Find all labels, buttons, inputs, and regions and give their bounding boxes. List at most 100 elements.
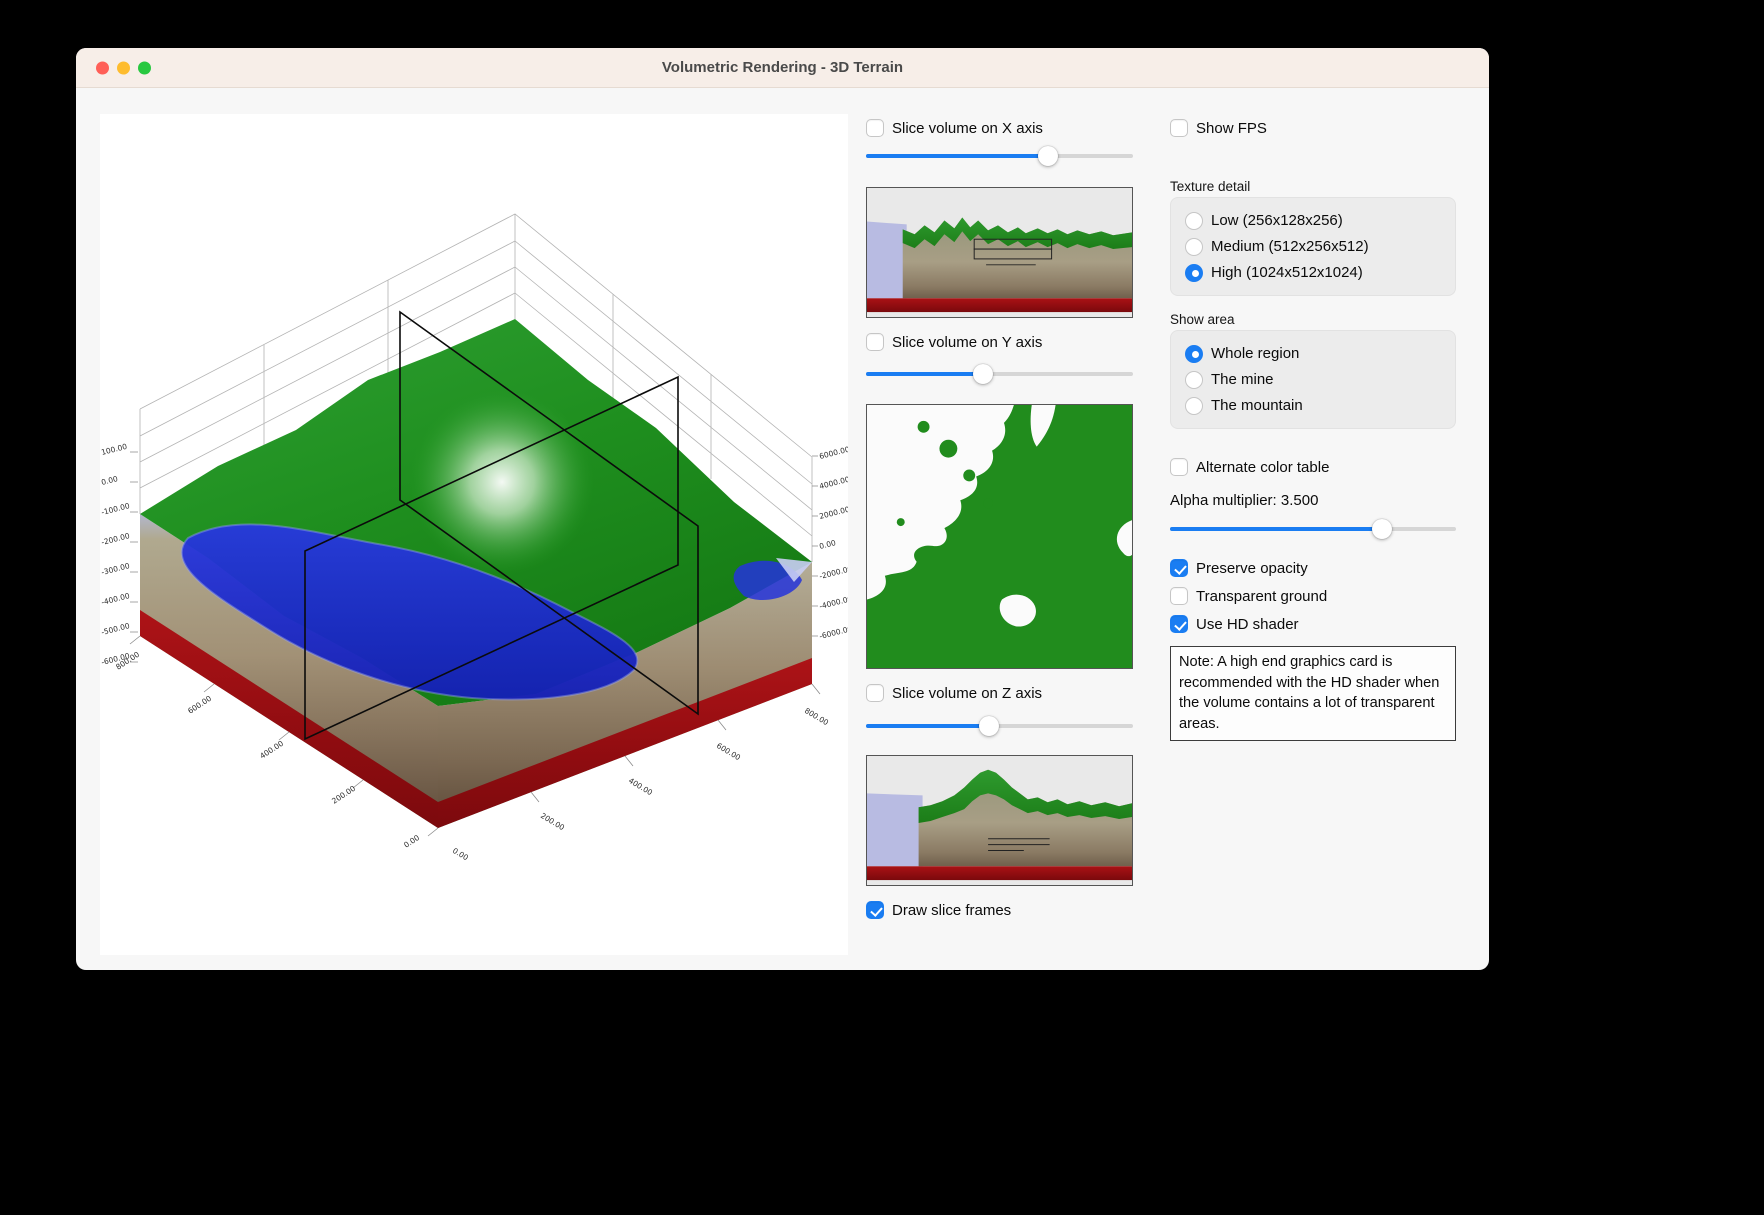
- svg-text:100.00: 100.00: [100, 442, 128, 457]
- svg-text:-2000.00: -2000.00: [818, 564, 848, 581]
- terrain-3d-view[interactable]: 100.00 0.00 -100.00 -200.00 -300.00 -400…: [100, 114, 848, 955]
- slice-y-preview: [866, 404, 1133, 669]
- svg-text:600.00: 600.00: [715, 741, 742, 762]
- minimize-button[interactable]: [117, 61, 130, 74]
- slider-thumb[interactable]: [1038, 146, 1058, 166]
- slice-controls-column: Slice volume on X axis: [866, 114, 1133, 955]
- show-fps-checkbox[interactable]: [1170, 119, 1188, 137]
- slice-z-label: Slice volume on Z axis: [892, 685, 1042, 702]
- use-hd-shader-checkbox[interactable]: [1170, 615, 1188, 633]
- slice-x-row[interactable]: Slice volume on X axis: [866, 119, 1133, 137]
- alternate-color-table-row[interactable]: Alternate color table: [1170, 458, 1456, 476]
- texture-low-radio[interactable]: [1185, 212, 1203, 230]
- slider-thumb[interactable]: [979, 716, 999, 736]
- slider-thumb[interactable]: [1372, 519, 1392, 539]
- transparent-ground-checkbox[interactable]: [1170, 587, 1188, 605]
- slice-y-row[interactable]: Slice volume on Y axis: [866, 333, 1133, 351]
- settings-column: Show FPS Texture detail Low (256x128x256…: [1170, 114, 1456, 955]
- terrain-3d-viewport[interactable]: 100.00 0.00 -100.00 -200.00 -300.00 -400…: [100, 114, 848, 955]
- texture-detail-option-medium[interactable]: Medium (512x256x512): [1185, 237, 1441, 256]
- svg-text:6000.00: 6000.00: [818, 445, 848, 461]
- slice-y-preview-image: [867, 405, 1132, 668]
- texture-medium-radio[interactable]: [1185, 238, 1203, 256]
- svg-text:-300.00: -300.00: [100, 561, 130, 577]
- svg-text:800.00: 800.00: [803, 706, 830, 727]
- texture-high-radio[interactable]: [1185, 264, 1203, 282]
- slice-x-checkbox[interactable]: [866, 119, 884, 137]
- slice-x-label: Slice volume on X axis: [892, 120, 1043, 137]
- slice-z-slider[interactable]: [866, 716, 1133, 736]
- svg-text:-4000.00: -4000.00: [818, 594, 848, 611]
- alpha-multiplier-slider[interactable]: [1170, 519, 1456, 539]
- draw-slice-frames-row[interactable]: Draw slice frames: [866, 901, 1133, 919]
- use-hd-shader-row[interactable]: Use HD shader: [1170, 615, 1456, 633]
- show-area-option-the-mountain[interactable]: The mountain: [1185, 396, 1441, 415]
- window-title: Volumetric Rendering - 3D Terrain: [662, 59, 903, 76]
- slice-y-label: Slice volume on Y axis: [892, 334, 1042, 351]
- area-mine-label: The mine: [1211, 371, 1274, 388]
- area-mine-radio[interactable]: [1185, 371, 1203, 389]
- svg-text:200.00: 200.00: [330, 784, 357, 806]
- texture-detail-group: Low (256x128x256) Medium (512x256x512) H…: [1170, 197, 1456, 296]
- svg-text:400.00: 400.00: [258, 739, 285, 761]
- show-area-option-whole-region[interactable]: Whole region: [1185, 344, 1441, 363]
- show-fps-row[interactable]: Show FPS: [1170, 119, 1456, 137]
- svg-text:2000.00: 2000.00: [818, 505, 848, 521]
- svg-text:600.00: 600.00: [186, 694, 213, 716]
- water-column: [867, 793, 923, 866]
- texture-detail-option-low[interactable]: Low (256x128x256): [1185, 211, 1441, 230]
- slice-x-preview-image: [867, 188, 1132, 317]
- preserve-opacity-checkbox[interactable]: [1170, 559, 1188, 577]
- slice-x-slider[interactable]: [866, 146, 1133, 166]
- svg-text:-200.00: -200.00: [100, 531, 130, 547]
- draw-slice-frames-checkbox[interactable]: [866, 901, 884, 919]
- show-area-group: Whole region The mine The mountain: [1170, 330, 1456, 429]
- slider-thumb[interactable]: [973, 364, 993, 384]
- texture-medium-label: Medium (512x256x512): [1211, 238, 1369, 255]
- svg-text:-100.00: -100.00: [100, 501, 130, 517]
- slice-z-preview: [866, 755, 1133, 886]
- app-window: Volumetric Rendering - 3D Terrain: [76, 48, 1489, 970]
- preserve-opacity-row[interactable]: Preserve opacity: [1170, 559, 1456, 577]
- transparent-ground-label: Transparent ground: [1196, 588, 1327, 605]
- show-area-option-the-mine[interactable]: The mine: [1185, 370, 1441, 389]
- area-whole-region-label: Whole region: [1211, 345, 1299, 362]
- slice-y-checkbox[interactable]: [866, 333, 884, 351]
- transparent-ground-row[interactable]: Transparent ground: [1170, 587, 1456, 605]
- alternate-color-table-checkbox[interactable]: [1170, 458, 1188, 476]
- area-mountain-radio[interactable]: [1185, 397, 1203, 415]
- alpha-multiplier-label: Alpha multiplier: 3.500: [1170, 492, 1456, 509]
- show-fps-label: Show FPS: [1196, 120, 1267, 137]
- slider-fill: [866, 372, 983, 376]
- slider-fill: [866, 154, 1048, 158]
- draw-slice-frames-label: Draw slice frames: [892, 902, 1011, 919]
- texture-detail-title: Texture detail: [1170, 179, 1456, 194]
- close-button[interactable]: [96, 61, 109, 74]
- svg-text:-500.00: -500.00: [100, 621, 130, 637]
- svg-text:0.00: 0.00: [451, 846, 470, 862]
- slider-fill: [866, 724, 989, 728]
- show-area-title: Show area: [1170, 312, 1456, 327]
- zoom-button[interactable]: [138, 61, 151, 74]
- svg-text:4000.00: 4000.00: [818, 475, 848, 491]
- svg-text:0.00: 0.00: [818, 538, 837, 551]
- alternate-color-table-label: Alternate color table: [1196, 459, 1329, 476]
- area-whole-region-radio[interactable]: [1185, 345, 1203, 363]
- texture-low-label: Low (256x128x256): [1211, 212, 1343, 229]
- texture-detail-option-high[interactable]: High (1024x512x1024): [1185, 263, 1441, 282]
- svg-text:0.00: 0.00: [402, 833, 421, 850]
- svg-text:-6000.00: -6000.00: [818, 624, 848, 641]
- use-hd-shader-label: Use HD shader: [1196, 616, 1299, 633]
- slice-z-preview-image: [867, 756, 1132, 885]
- preserve-opacity-label: Preserve opacity: [1196, 560, 1308, 577]
- texture-high-label: High (1024x512x1024): [1211, 264, 1363, 281]
- svg-text:-400.00: -400.00: [100, 591, 130, 607]
- svg-text:200.00: 200.00: [539, 811, 566, 832]
- titlebar[interactable]: Volumetric Rendering - 3D Terrain: [76, 48, 1489, 88]
- slider-fill: [1170, 527, 1382, 531]
- water-column: [867, 221, 907, 298]
- slice-z-row[interactable]: Slice volume on Z axis: [866, 684, 1133, 702]
- traffic-lights: [96, 61, 151, 74]
- slice-z-checkbox[interactable]: [866, 684, 884, 702]
- slice-y-slider[interactable]: [866, 364, 1133, 384]
